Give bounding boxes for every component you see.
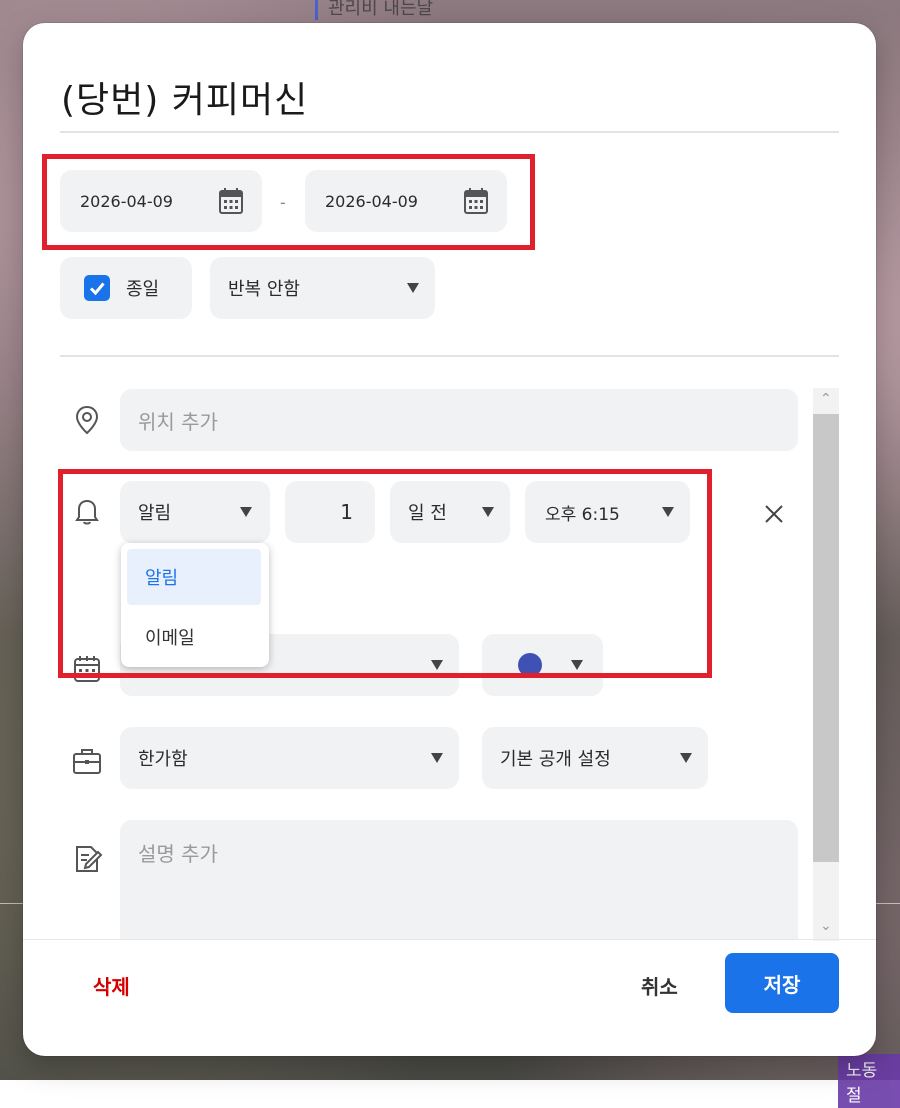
description-input[interactable]: 설명 추가 (120, 820, 798, 939)
availability-value: 한가함 (138, 749, 188, 770)
chevron-down-icon (431, 753, 443, 763)
chevron-down-icon (680, 753, 692, 763)
briefcase-icon (73, 749, 101, 774)
all-day-checkbox[interactable] (84, 275, 110, 301)
footer-divider (23, 939, 876, 940)
edit-note-icon (76, 846, 103, 872)
event-title[interactable]: (당번) 커피머신 (61, 71, 308, 123)
location-pin-icon (75, 405, 99, 435)
cancel-button[interactable]: 취소 (641, 971, 678, 1000)
repeat-select[interactable]: 반복 안함 (210, 257, 435, 319)
delete-button[interactable]: 삭제 (93, 971, 130, 1000)
checkmark-icon (89, 282, 105, 296)
location-placeholder: 위치 추가 (138, 409, 218, 434)
scroll-up-icon[interactable]: ⌃ (820, 391, 832, 407)
chevron-down-icon (407, 283, 419, 293)
scroll-down-icon[interactable]: ⌄ (820, 918, 832, 934)
date-highlight-box (42, 154, 535, 250)
scrollbar-thumb[interactable] (813, 414, 839, 862)
close-icon[interactable] (763, 503, 785, 525)
all-day-label: 종일 (126, 279, 160, 300)
save-button[interactable]: 저장 (725, 953, 839, 1013)
visibility-select[interactable]: 기본 공개 설정 (482, 727, 708, 789)
section-divider (60, 355, 839, 357)
visibility-value: 기본 공개 설정 (500, 749, 611, 770)
repeat-value: 반복 안함 (228, 279, 300, 300)
location-input[interactable]: 위치 추가 (120, 389, 798, 451)
description-placeholder: 설명 추가 (138, 842, 218, 866)
notification-highlight-box (58, 469, 712, 678)
title-divider (60, 131, 839, 133)
event-edit-dialog: (당번) 커피머신 2026-04-09 - 2026-04-09 종일 반복 (23, 23, 876, 1056)
background-holiday-badge: 노동절 (838, 1054, 900, 1108)
all-day-toggle[interactable]: 종일 (60, 257, 192, 319)
availability-select[interactable]: 한가함 (120, 727, 459, 789)
background-event-label: 관리비 내는날 (315, 0, 433, 20)
